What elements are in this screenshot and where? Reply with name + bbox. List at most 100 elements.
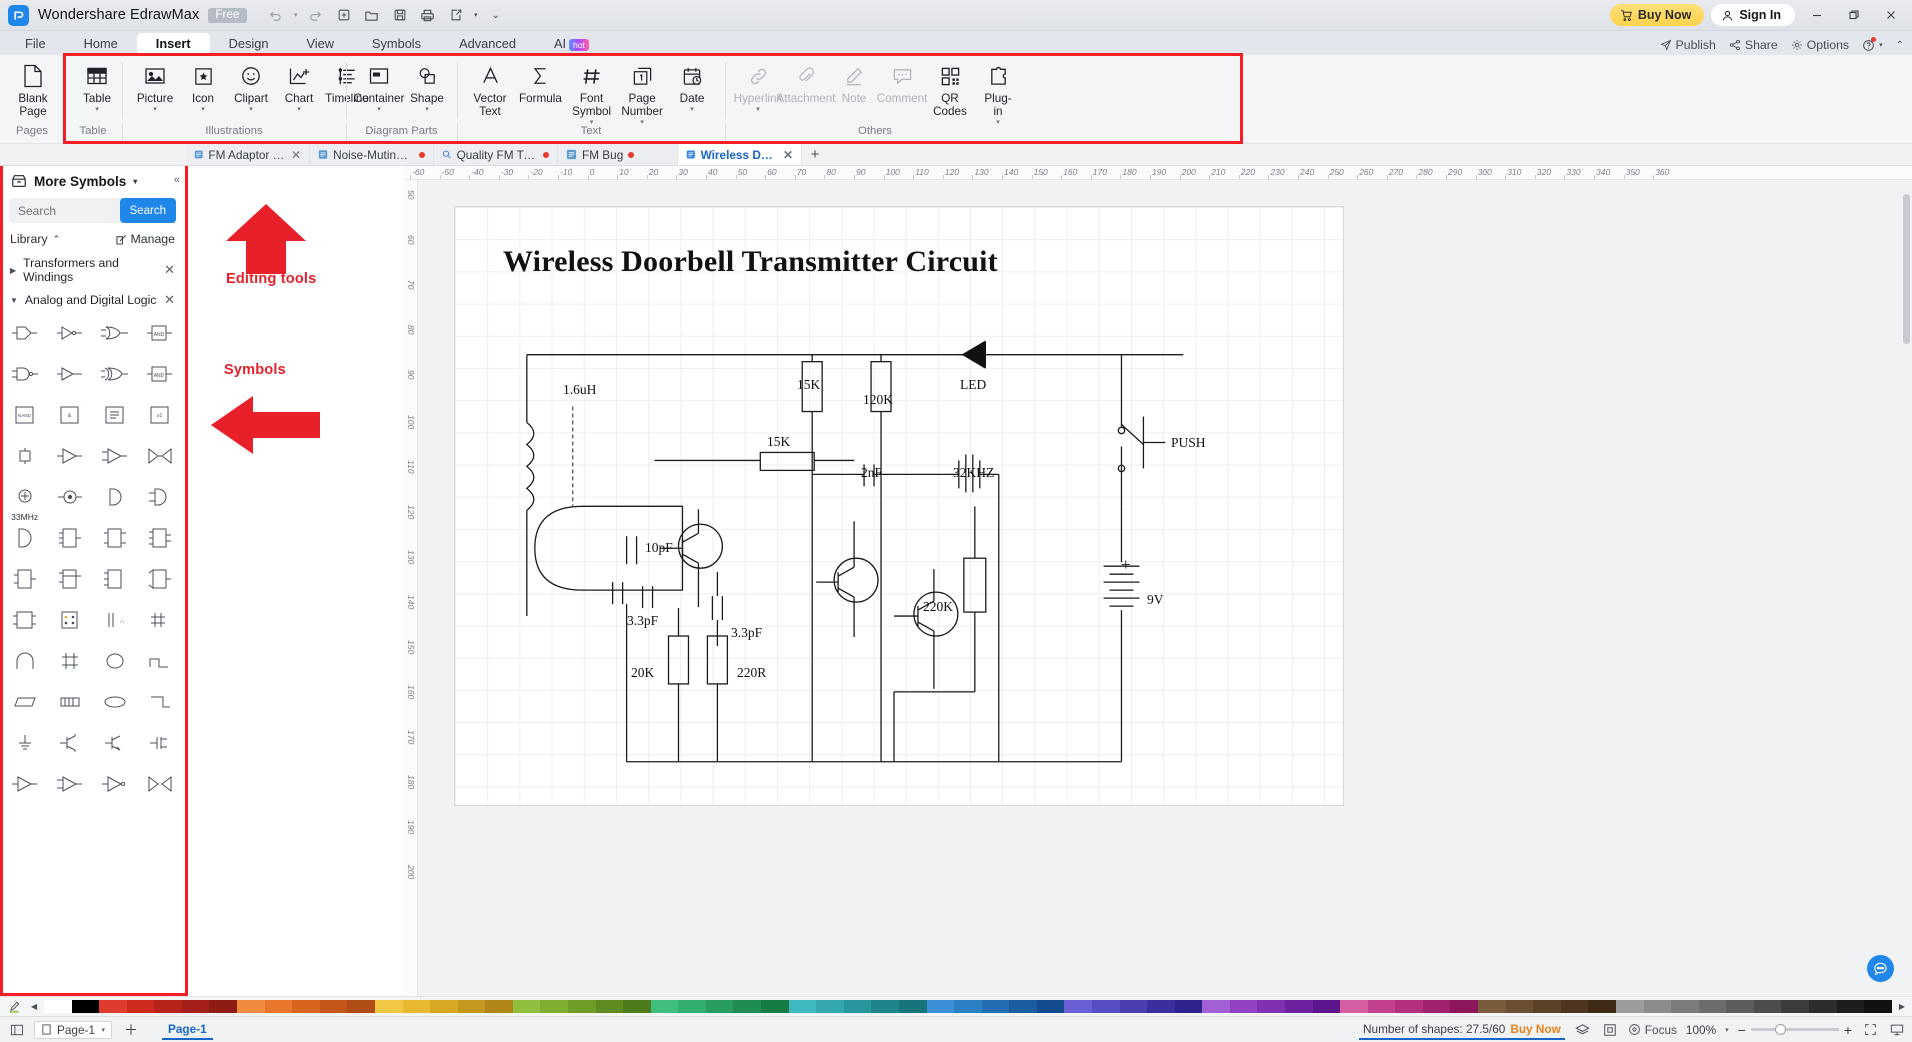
symbol-logic-ic-3[interactable] [139,521,182,554]
sidebar-title-caret-icon[interactable]: ▾ [133,177,137,186]
plug-in-button[interactable]: Plug-in ▾ [974,58,1022,126]
doc-tab-2[interactable]: Quality FM Tran... [434,144,558,165]
palette-swatch[interactable] [1615,1000,1644,1013]
buy-now-button[interactable]: Buy Now [1609,4,1705,26]
palette-swatch[interactable] [788,1000,817,1013]
symbol-bidirectional-buffer[interactable] [139,439,182,472]
palette-swatch[interactable] [1174,1000,1203,1013]
vertical-scrollbar-thumb[interactable] [1903,194,1910,344]
symbol-logic-ic-2[interactable] [94,521,137,554]
palette-swatch[interactable] [1753,1000,1782,1013]
hyperlink-caret-icon[interactable]: ▾ [756,106,760,113]
symbol-capacitor-pair[interactable]: ∩ [94,603,137,636]
page-selector-caret-icon[interactable]: ▾ [101,1026,105,1034]
shape-button[interactable]: Shape ▾ [403,58,451,113]
symbol-logic-box-3[interactable] [94,398,137,431]
symbol-amp-tri-1[interactable] [3,767,46,800]
palette-swatch[interactable] [1588,1000,1616,1013]
undo-icon[interactable] [263,4,289,26]
symbol-or-gate[interactable] [94,316,137,349]
redo-icon[interactable] [303,4,329,26]
doc-tab-4[interactable]: Wireless Door... ✕ [678,144,802,165]
palette-swatch[interactable] [898,1000,927,1013]
palette-swatch[interactable] [1229,1000,1258,1013]
chart-caret-icon[interactable]: ▾ [297,106,301,113]
minimize-icon[interactable] [1802,3,1832,27]
palette-swatch[interactable] [1533,1000,1561,1013]
symbol-logic-ic-1[interactable] [48,521,91,554]
close-icon[interactable] [1876,3,1906,27]
options-button[interactable]: Options [1791,38,1849,52]
zoom-caret-icon[interactable]: ▾ [1725,1026,1729,1034]
page-number-button[interactable]: Page Number ▾ [616,58,668,126]
fullscreen-icon[interactable] [1861,1023,1879,1036]
symbol-buffer-gate[interactable] [3,316,46,349]
palette-swatch[interactable] [1422,1000,1451,1013]
palette-swatch[interactable] [540,1000,568,1013]
shape-caret-icon[interactable]: ▾ [425,106,429,113]
palette-swatch[interactable] [1202,1000,1230,1013]
palette-swatch[interactable] [1285,1000,1313,1013]
doc-tab-0[interactable]: FM Adaptor for ... ✕ [186,144,310,165]
doc-tab-3[interactable]: FM Bug [558,144,678,165]
symbol-ground[interactable] [3,726,46,759]
palette-swatch[interactable] [733,1000,762,1013]
note-button[interactable]: Note [830,58,878,105]
palette-swatch[interactable] [1560,1000,1589,1013]
palette-swatch[interactable] [1450,1000,1479,1013]
palette-swatch[interactable] [209,1000,238,1013]
eyedropper-icon[interactable] [4,1001,24,1013]
palette-swatch[interactable] [705,1000,734,1013]
table-button[interactable]: Table ▾ [73,58,121,113]
formula-button[interactable]: Formula [514,58,567,105]
export-dropdown-icon[interactable]: ▾ [471,4,481,26]
circuit-schematic[interactable] [455,207,1343,806]
add-tab-button[interactable]: + [802,144,828,165]
canvas-scroll-area[interactable]: Wireless Doorbell Transmitter Circuit 1.… [418,180,1912,996]
palette-next-icon[interactable]: ▶ [1892,1002,1912,1011]
menu-tab-ai[interactable]: AI hot [535,33,597,55]
palette-swatch[interactable] [181,1000,210,1013]
palette-swatch[interactable] [126,1000,155,1013]
palette-swatch[interactable] [44,1000,72,1013]
symbol-crystal-33mhz[interactable]: 33MHz [3,480,46,522]
palette-swatch[interactable] [567,1000,596,1013]
clipart-caret-icon[interactable]: ▾ [249,106,253,113]
palette-swatch[interactable] [843,1000,872,1013]
symbol-amplifier-2[interactable] [94,439,137,472]
doc-tab-1[interactable]: Noise-Muting F... [310,144,434,165]
palette-swatch[interactable] [1781,1000,1809,1013]
palette-swatch[interactable] [1064,1000,1092,1013]
symbol-arc[interactable] [3,644,46,677]
menu-tab-design[interactable]: Design [210,33,288,55]
palette-swatch[interactable] [292,1000,320,1013]
icon-button[interactable]: Icon ▾ [179,58,227,113]
palette-swatch[interactable] [926,1000,955,1013]
palette-prev-icon[interactable]: ◀ [24,1002,44,1011]
palette-swatch[interactable] [347,1000,375,1013]
symbol-and-gate-box-2[interactable]: AND [139,357,182,390]
palette-swatch[interactable] [457,1000,486,1013]
status-buy-now-link[interactable]: Buy Now [1510,1022,1560,1036]
menu-tab-home[interactable]: Home [65,33,137,55]
palette-swatch[interactable] [374,1000,403,1013]
sidebar-category-transformers[interactable]: ▶ Transformers and Windings ✕ [0,252,185,288]
date-caret-icon[interactable]: ▾ [690,106,694,113]
collapse-panel-icon[interactable]: « [174,174,180,186]
palette-swatch[interactable] [816,1000,844,1013]
menu-tab-insert[interactable]: Insert [136,33,210,55]
symbol-flipflop-box[interactable]: & [48,398,91,431]
menu-tab-advanced[interactable]: Advanced [440,33,535,55]
focus-icon[interactable]: Focus [1628,1023,1677,1037]
palette-swatch[interactable] [485,1000,513,1013]
symbol-and-gate-box[interactable]: AND [139,316,182,349]
palette-swatch[interactable] [1726,1000,1754,1013]
publish-button[interactable]: Publish [1659,38,1716,52]
menu-tab-symbols[interactable]: Symbols [353,33,440,55]
palette-swatch[interactable] [1147,1000,1175,1013]
blank-page-button[interactable]: Blank Page [9,58,57,118]
symbol-ellipse-wide[interactable] [94,685,137,718]
symbol-curve-block[interactable] [3,521,46,554]
symbol-ic-block-4[interactable] [139,562,182,595]
zoom-in-button[interactable]: + [1844,1022,1852,1038]
